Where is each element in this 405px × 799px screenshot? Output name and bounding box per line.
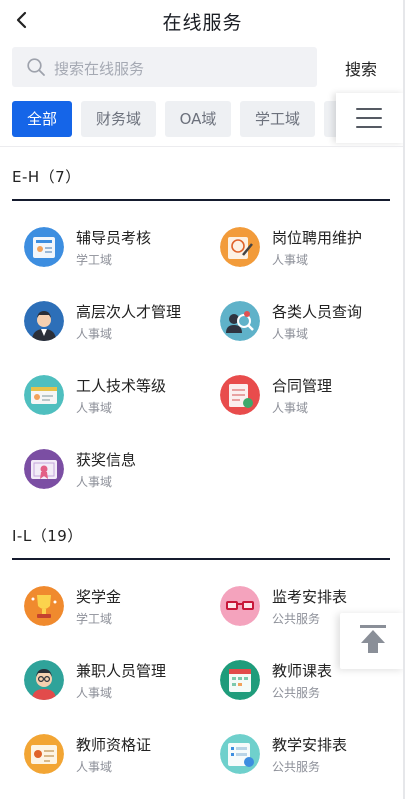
section-rule [12,199,390,201]
part-time-staff-icon [24,660,64,700]
service-name: 工人技术等级 [76,377,167,395]
job-hiring-icon [220,227,260,267]
personnel-search-icon [220,301,260,341]
menu-button[interactable] [336,93,405,143]
service-name: 岗位聘用维护 [272,229,363,247]
search-bar: 搜索在线服务 搜索 [0,47,405,89]
service-domain: 人事域 [76,760,113,774]
teacher-certificate-icon [24,734,64,774]
service-item-worker-grade[interactable]: 工人技术等级 人事域 [24,373,209,423]
award-certificate-icon [24,449,64,489]
service-item-personnel-search[interactable]: 各类人员查询 人事域 [220,299,405,349]
service-domain: 人事域 [76,475,113,489]
teaching-schedule-icon [220,734,260,774]
search-input[interactable]: 搜索在线服务 [12,47,317,87]
search-button[interactable]: 搜索 [330,56,392,80]
service-item-senior-talent[interactable]: 高层次人才管理 人事域 [24,299,209,349]
service-name: 兼职人员管理 [76,662,167,680]
tab-finance[interactable]: 财务域 [81,101,156,137]
service-name: 教师资格证 [76,736,152,754]
service-domain: 公共服务 [272,686,321,700]
page-title: 在线服务 [162,12,243,34]
service-item-part-time-staff[interactable]: 兼职人员管理 人事域 [24,658,209,708]
service-item-teacher-certificate[interactable]: 教师资格证 人事域 [24,732,209,782]
divider [0,146,405,147]
service-domain: 学工域 [76,253,113,267]
tab-all[interactable]: 全部 [12,101,72,137]
search-placeholder: 搜索在线服务 [54,60,145,78]
tab-student-affairs[interactable]: 学工域 [240,101,315,137]
contract-icon [220,375,260,415]
service-name: 监考安排表 [272,588,348,606]
service-name: 高层次人才管理 [76,303,182,321]
counselor-assessment-icon [24,227,64,267]
section-title-i-l: I-L（19） [12,527,83,545]
service-domain: 人事域 [76,686,113,700]
service-item-teaching-schedule[interactable]: 教学安排表 公共服务 [220,732,405,782]
worker-grade-icon [24,375,64,415]
service-name: 合同管理 [272,377,333,395]
service-domain: 学工域 [76,612,113,626]
service-name: 各类人员查询 [272,303,363,321]
search-icon [27,58,45,76]
section-title-e-h: E-H（7） [12,168,81,186]
service-item-award-info[interactable]: 获奖信息 人事域 [24,447,209,497]
service-name: 奖学金 [76,588,122,606]
service-item-contract[interactable]: 合同管理 人事域 [220,373,405,423]
senior-talent-icon [24,301,64,341]
service-item-job-hiring[interactable]: 岗位聘用维护 人事域 [220,225,405,275]
service-domain: 人事域 [76,327,113,341]
service-name: 获奖信息 [76,451,137,469]
service-item-counselor-assessment[interactable]: 辅导员考核 学工域 [24,225,209,275]
section-rule [12,558,390,560]
invigilation-glasses-icon [220,586,260,626]
service-item-scholarship[interactable]: 奖学金 学工域 [24,584,209,634]
app-header: 在线服务 [0,0,405,40]
service-domain: 人事域 [272,253,309,267]
service-domain: 公共服务 [272,612,321,626]
arrow-up-to-top-icon [360,625,386,653]
service-domain: 人事域 [272,401,309,415]
service-name: 辅导员考核 [76,229,152,247]
teacher-timetable-icon [220,660,260,700]
tab-oa[interactable]: OA域 [165,101,231,137]
service-name: 教学安排表 [272,736,348,754]
service-domain: 人事域 [272,327,309,341]
service-name: 教师课表 [272,662,333,680]
scholarship-trophy-icon [24,586,64,626]
back-to-top-button[interactable] [340,613,405,669]
service-domain: 人事域 [76,401,113,415]
service-domain: 公共服务 [272,760,321,774]
